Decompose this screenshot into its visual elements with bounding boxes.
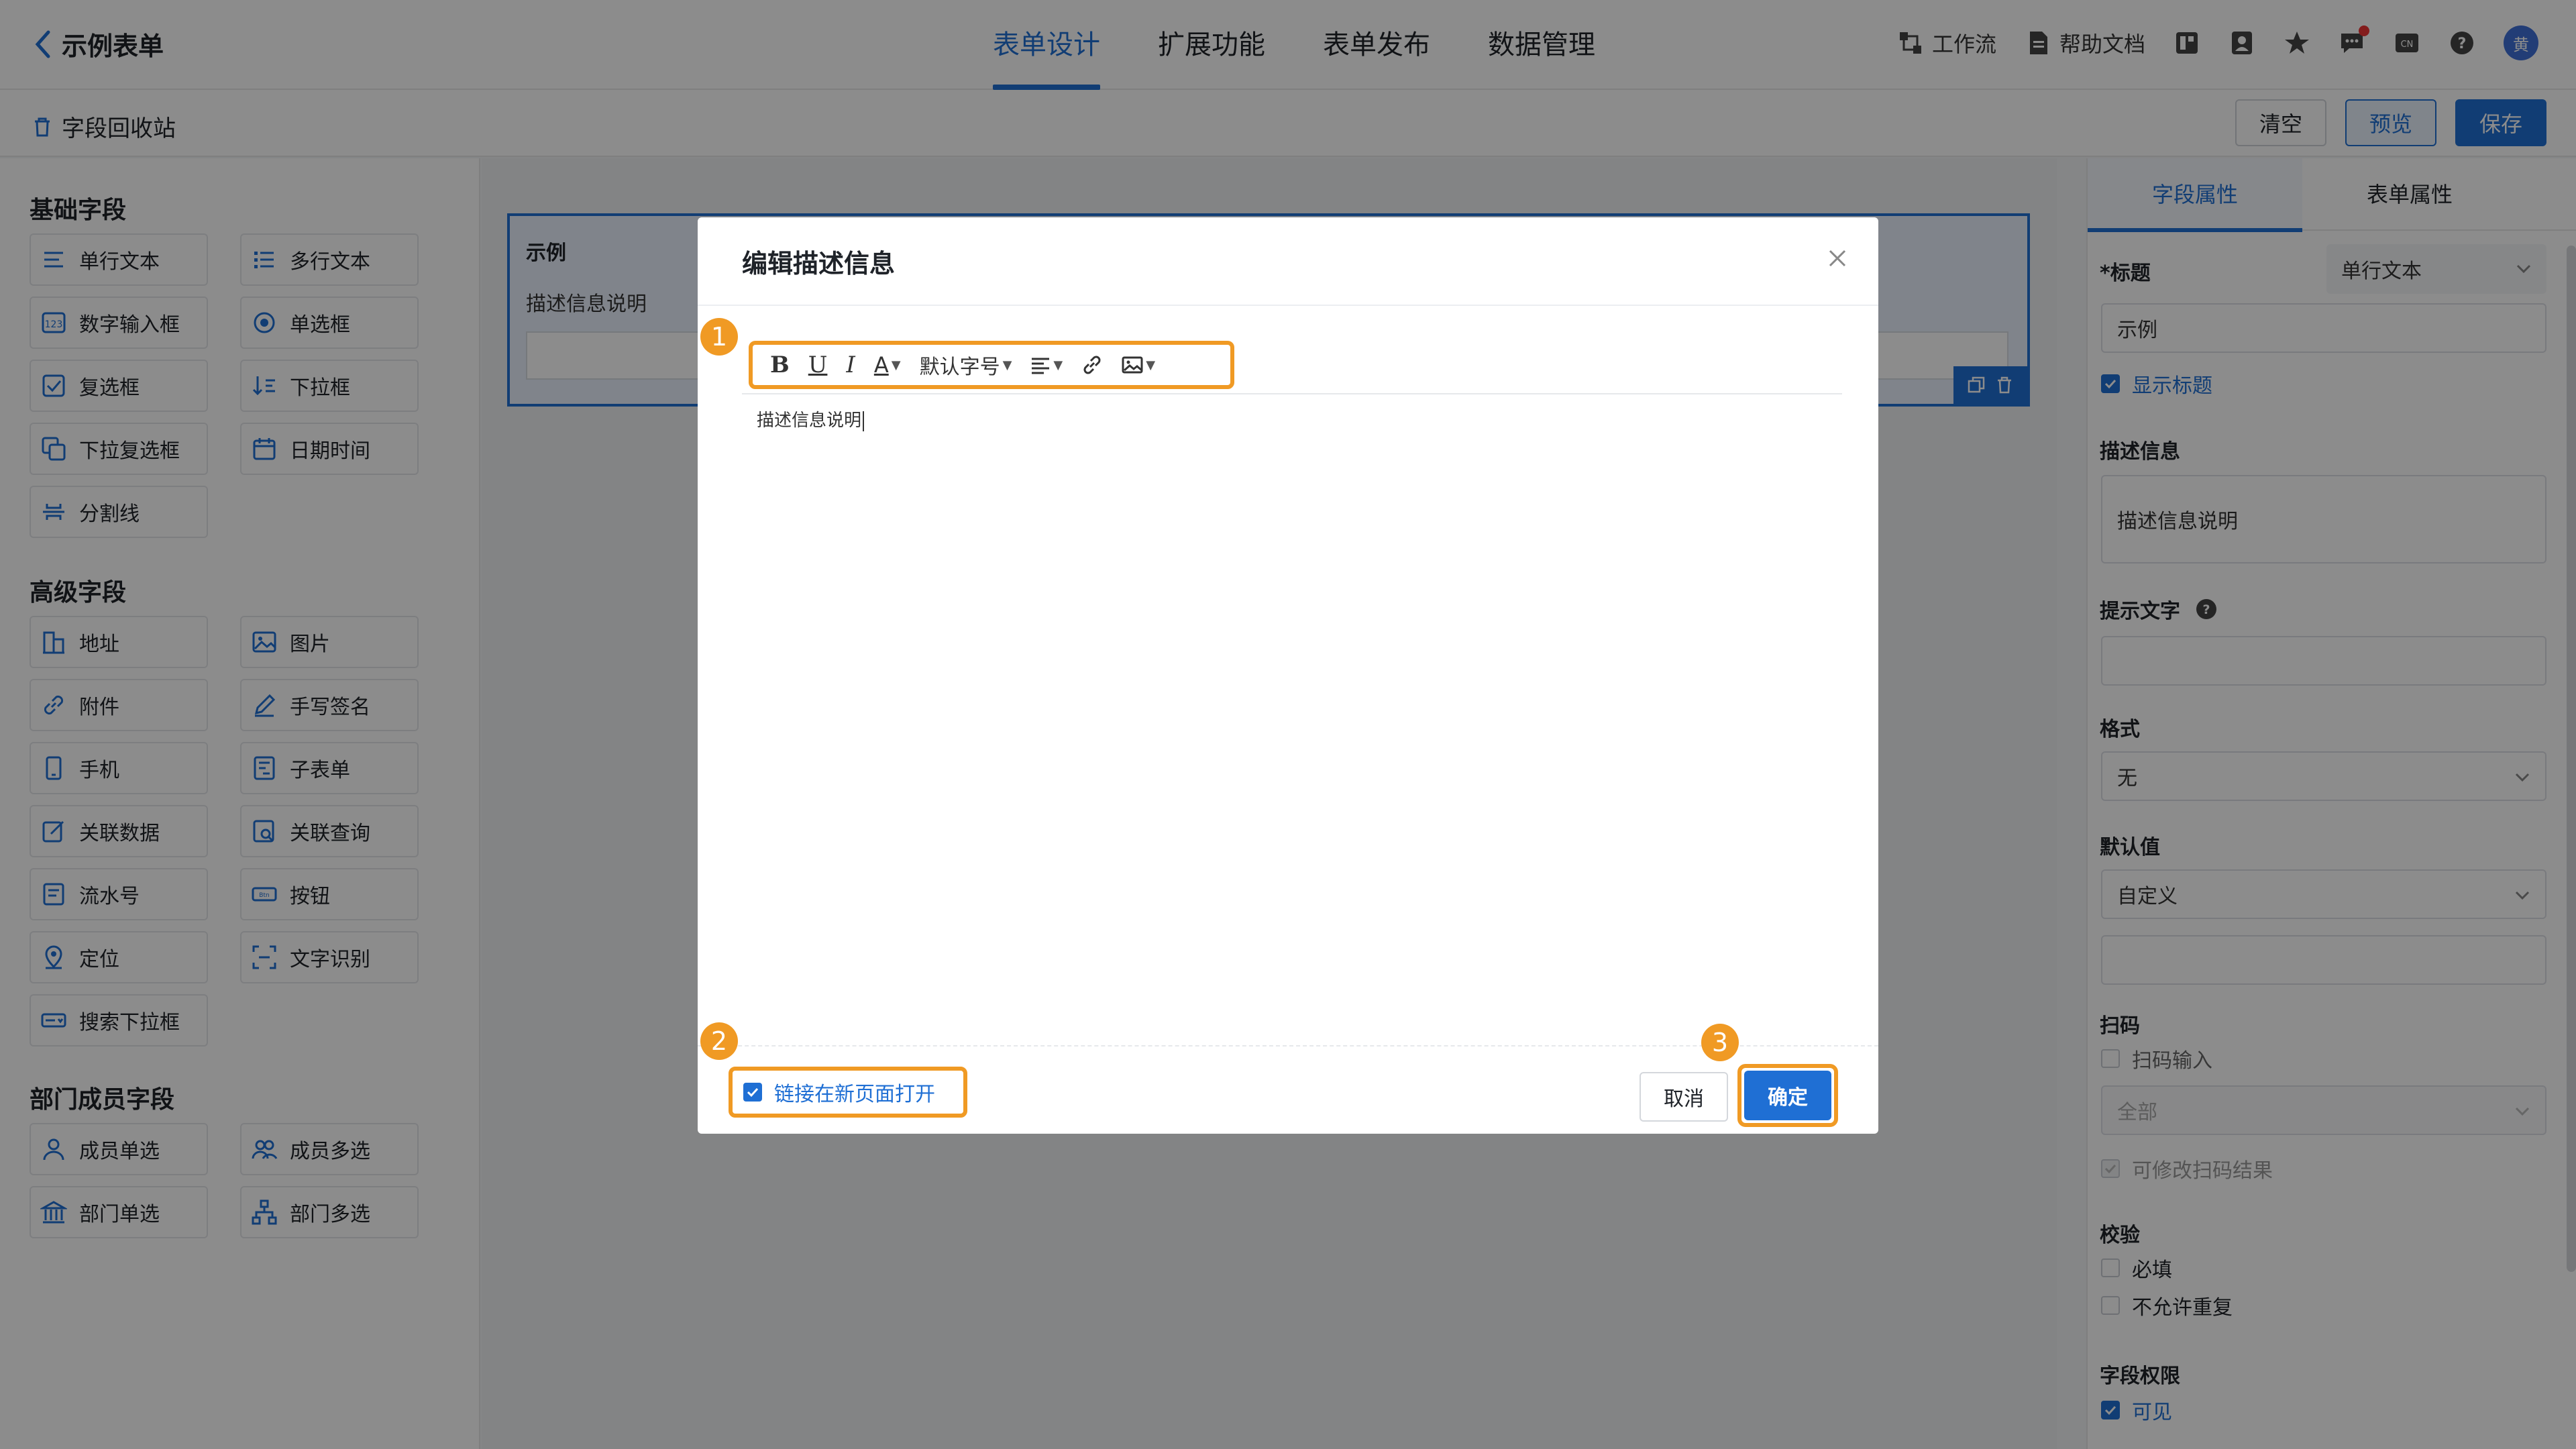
edit-description-dialog: 编辑描述信息 1 B U I A ▼ 默认字号 ▼ ▼ ▼ 描述信息说明 2 链接在…: [698, 217, 1878, 1134]
align-button[interactable]: ▼: [1021, 346, 1072, 384]
font-size-select[interactable]: 默认字号 ▼: [910, 346, 1022, 384]
italic-icon: I: [846, 352, 855, 378]
dialog-title: 编辑描述信息: [742, 249, 896, 278]
font-color-button[interactable]: A ▼: [865, 346, 910, 384]
step-badge-1: 1: [700, 318, 738, 356]
caret-down-icon: ▼: [891, 358, 901, 372]
italic-button[interactable]: I: [837, 346, 864, 384]
confirm-button[interactable]: 确定: [1744, 1071, 1831, 1120]
caret-down-icon: ▼: [1146, 358, 1156, 372]
caret-down-icon: ▼: [1053, 358, 1063, 372]
rich-text-editor[interactable]: 描述信息说明: [757, 407, 865, 431]
open-in-new-page-checkbox[interactable]: 链接在新页面打开: [729, 1067, 967, 1118]
close-icon[interactable]: [1826, 247, 1849, 270]
image-icon: [1122, 356, 1143, 374]
underline-button[interactable]: U: [799, 346, 837, 384]
caret-down-icon: ▼: [1002, 358, 1012, 372]
font-color-icon: A: [873, 352, 889, 378]
font-size-value: 默认字号: [919, 356, 1000, 379]
cancel-button[interactable]: 取消: [1640, 1072, 1728, 1122]
step-badge-3: 3: [1701, 1024, 1739, 1061]
bold-button[interactable]: B: [761, 346, 799, 384]
rich-text-toolbar: B U I A ▼ 默认字号 ▼ ▼ ▼: [749, 341, 1234, 389]
dialog-divider: [698, 305, 1878, 306]
check-icon: [747, 1087, 759, 1097]
checkbox-checked: [743, 1083, 762, 1102]
bold-icon: B: [770, 352, 790, 378]
step-badge-2: 2: [700, 1022, 738, 1060]
text-cursor: [863, 411, 865, 431]
confirm-highlight: 确定: [1737, 1064, 1838, 1127]
toolbar-divider: [742, 393, 1842, 394]
align-left-icon: [1032, 358, 1050, 374]
open-in-new-page-label: 链接在新页面打开: [774, 1083, 935, 1106]
link-button[interactable]: [1072, 346, 1112, 384]
image-button[interactable]: ▼: [1112, 346, 1165, 384]
editor-content: 描述信息说明: [757, 411, 862, 431]
underline-icon: U: [808, 352, 828, 378]
link-icon: [1083, 356, 1101, 374]
